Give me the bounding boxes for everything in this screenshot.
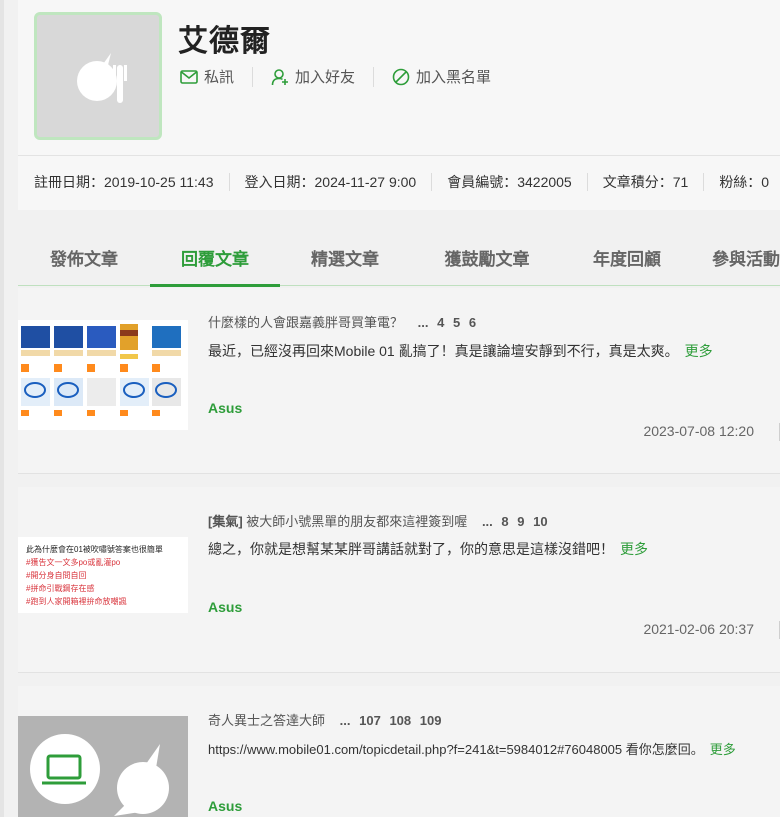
page-link[interactable]: 8 (501, 514, 508, 529)
post-divider (18, 473, 780, 474)
stat-divider (586, 173, 588, 191)
add-friend-label: 加入好友 (295, 69, 356, 86)
add-friend-button[interactable]: 加入好友 (271, 66, 355, 87)
page-link[interactable]: 4 (437, 315, 444, 330)
profile-stats: 註冊日期：2019-10-25 11:43 登入日期：2024-11-27 9:… (34, 172, 769, 192)
profile-actions: 私訊 加入好友 加入黑名單 (180, 66, 491, 87)
post-date: 2023-07-08 12:20 (643, 423, 754, 439)
tab-events[interactable]: 參與活動 (690, 228, 780, 286)
thumb-line: #開分身自問自回 (26, 571, 87, 580)
post-thumbnail[interactable] (18, 716, 188, 817)
page-link[interactable]: 5 (453, 315, 460, 330)
page-link[interactable]: 109 (420, 713, 442, 728)
profile-header: 艾德爾 私訊 加入好友 加入黑名單 註冊日期：2019-10-25 11:43 … (18, 0, 780, 210)
post-thumbnail[interactable] (18, 320, 188, 430)
page-link[interactable]: 10 (533, 514, 547, 529)
cpu-sticker-grid-image (18, 320, 188, 430)
post-title-text: 奇人異士之答達大師 (208, 713, 326, 728)
more-link[interactable]: 更多 (710, 742, 736, 757)
page-link[interactable]: 107 (359, 713, 381, 728)
page-ellipsis: ... (481, 514, 493, 529)
registered-date: 註冊日期：2019-10-25 11:43 (34, 174, 214, 190)
page-link[interactable]: 9 (517, 514, 524, 529)
more-link[interactable]: 更多 (685, 343, 713, 359)
article-points: 文章積分：71 (602, 174, 689, 190)
page-links: ... 4 5 6 (413, 315, 476, 330)
forum-link[interactable]: Asus (208, 798, 242, 814)
post-excerpt: 總之，你就是想幫某某胖哥講話就對了，你的意思是這樣沒錯吧！ 更多 (208, 539, 648, 559)
post-excerpt: 最近，已經沒再回來Mobile 01 亂搞了！真是讓論壇安靜到不行，真是太爽。更… (208, 341, 713, 361)
post-title-tag: [集氣] (208, 514, 243, 529)
ban-icon (392, 68, 410, 85)
add-user-icon (271, 68, 289, 85)
post-title[interactable]: [集氣] 被大師小號黑單的朋友都來這裡簽到喔 ... 8 9 10 (208, 511, 548, 530)
post-excerpt-text: https://www.mobile01.com/topicdetail.php… (208, 742, 704, 757)
message-button[interactable]: 私訊 (180, 66, 234, 87)
laptop-placeholder-image (18, 716, 188, 817)
tab-encouraged-posts[interactable]: 獲鼓勵文章 (410, 228, 564, 286)
profile-tabs: 發佈文章 回覆文章 精選文章 獲鼓勵文章 年度回顧 參與活動 (18, 228, 780, 287)
post-excerpt-text: 最近，已經沒再回來Mobile 01 亂搞了！真是讓論壇安靜到不行，真是太爽。 (208, 343, 679, 359)
username: 艾德爾 (178, 25, 271, 58)
tab-featured-posts[interactable]: 精選文章 (280, 228, 410, 286)
page-ellipsis: ... (339, 713, 351, 728)
action-divider (373, 66, 375, 87)
thumb-line: #拼命引戰鋼存在感 (26, 584, 95, 593)
tab-published-posts[interactable]: 發佈文章 (18, 228, 150, 286)
member-number: 會員編號：3422005 (447, 174, 572, 190)
thumb-text-image: 此為什麼會在01被吹嘯號答案也很簡單 #獲告文一文多po或亂灌po #開分身自問… (26, 543, 188, 608)
stats-divider (18, 155, 780, 156)
last-login-date: 登入日期：2024-11-27 9:00 (244, 174, 417, 190)
block-label: 加入黑名單 (416, 69, 492, 86)
post-date: 2021-02-06 20:37 (643, 621, 754, 637)
reply-post: 什麼樣的人會跟嘉義胖哥買筆電？ ... 4 5 6 最近，已經沒再回來Mobil… (18, 288, 780, 474)
stat-divider (228, 173, 230, 191)
post-title-text: 被大師小號黑單的朋友都來這裡簽到喔 (246, 514, 468, 529)
post-excerpt-text: 總之，你就是想幫某某胖哥講話就對了，你的意思是這樣沒錯吧！ (208, 541, 614, 557)
block-button[interactable]: 加入黑名單 (392, 66, 491, 87)
thumb-line: 此為什麼會在01被吹嘯號答案也很簡單 (26, 545, 163, 554)
tab-replies[interactable]: 回覆文章 (150, 228, 280, 287)
forum-link[interactable]: Asus (208, 599, 242, 615)
tab-year-review[interactable]: 年度回顧 (564, 228, 690, 286)
envelope-icon (180, 69, 198, 84)
action-divider (252, 66, 254, 87)
page-ellipsis: ... (417, 315, 429, 330)
page-links: ... 8 9 10 (477, 514, 548, 529)
left-edge-strip (0, 0, 4, 817)
reply-post: 奇人異士之答達大師 ... 107 108 109 https://www.mo… (18, 686, 780, 817)
avatar[interactable] (34, 12, 162, 140)
post-title[interactable]: 奇人異士之答達大師 ... 107 108 109 (208, 710, 441, 729)
page-links: ... 107 108 109 (335, 713, 442, 728)
more-link[interactable]: 更多 (620, 541, 648, 557)
thumb-line: #跑到人家開箱裡拚命放嘲諷 (26, 597, 127, 606)
stat-divider (703, 173, 705, 191)
reply-post: 此為什麼會在01被吹嘯號答案也很簡單 #獲告文一文多po或亂灌po #開分身自問… (18, 487, 780, 673)
post-divider (18, 672, 780, 673)
post-excerpt: https://www.mobile01.com/topicdetail.php… (208, 739, 736, 758)
page-link[interactable]: 6 (469, 315, 476, 330)
post-thumbnail[interactable]: 此為什麼會在01被吹嘯號答案也很簡單 #獲告文一文多po或亂灌po #開分身自問… (18, 537, 188, 613)
message-label: 私訊 (204, 69, 235, 86)
page-link[interactable]: 108 (389, 713, 411, 728)
forum-link[interactable]: Asus (208, 400, 242, 416)
default-avatar-icon (77, 53, 127, 103)
post-title-text: 什麼樣的人會跟嘉義胖哥買筆電？ (208, 315, 404, 330)
fans-count: 粉絲：0 (719, 174, 770, 190)
post-title[interactable]: 什麼樣的人會跟嘉義胖哥買筆電？ ... 4 5 6 (208, 312, 476, 331)
thumb-line: #獲告文一文多po或亂灌po (26, 558, 121, 567)
stat-divider (431, 173, 433, 191)
